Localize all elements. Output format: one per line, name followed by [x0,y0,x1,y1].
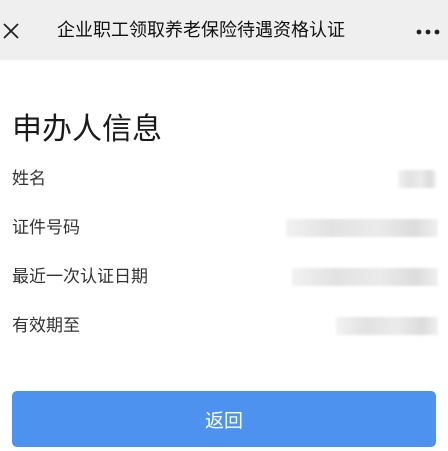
close-icon[interactable] [0,12,22,50]
redacted-value [292,268,438,286]
page-title: 企业职工领取养老保险待遇资格认证 [57,20,345,41]
info-row-name: 姓名 [0,164,448,194]
return-button[interactable]: 返回 [12,391,436,447]
redacted-value [336,317,438,335]
info-label: 姓名 [12,169,46,189]
redacted-value [286,219,438,237]
info-row-last-auth-date: 最近一次认证日期 [0,262,448,292]
info-label: 有效期至 [12,316,80,336]
section-title: 申办人信息 [12,112,162,147]
redacted-value [398,170,436,188]
info-label: 证件号码 [12,218,80,238]
info-row-valid-until: 有效期至 [0,311,448,341]
info-row-id-number: 证件号码 [0,213,448,243]
more-icon[interactable] [412,20,444,44]
info-label: 最近一次认证日期 [12,267,148,287]
top-bar: 企业职工领取养老保险待遇资格认证 [0,0,448,60]
